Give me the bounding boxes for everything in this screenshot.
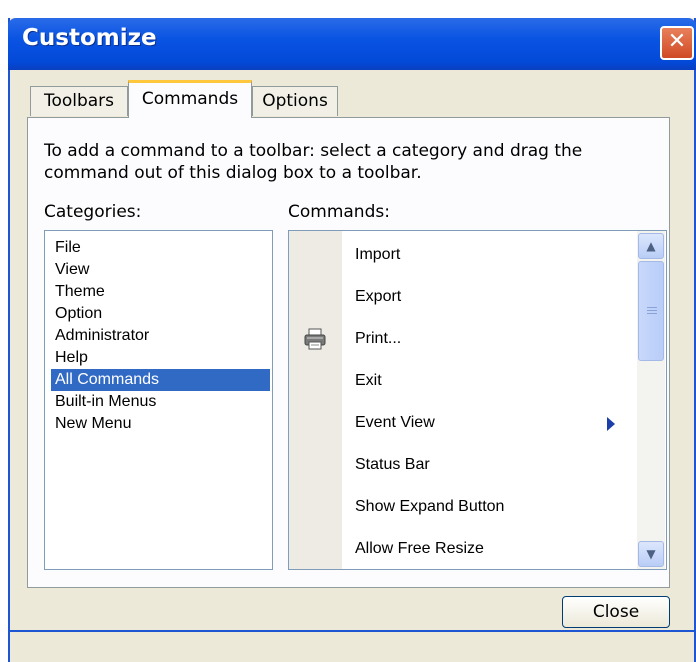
title-bar[interactable]: Customize ✕ (8, 18, 696, 70)
command-icon-strip (289, 231, 342, 569)
tab-options[interactable]: Options (252, 86, 338, 116)
command-item[interactable]: Event View (355, 402, 435, 444)
category-item[interactable]: Administrator (51, 325, 153, 347)
category-item[interactable]: Option (51, 303, 106, 325)
categories-label: Categories: (44, 202, 142, 222)
window-title: Customize (22, 25, 157, 51)
category-item[interactable]: View (51, 259, 93, 281)
command-item[interactable]: Exit (355, 360, 382, 402)
command-item[interactable]: Import (355, 234, 400, 276)
command-item[interactable]: Status Bar (355, 444, 430, 486)
close-window-icon[interactable]: ✕ (660, 26, 694, 60)
category-item-selected[interactable]: All Commands (51, 369, 270, 391)
category-item[interactable]: New Menu (51, 413, 135, 435)
commands-listbox[interactable]: Import Export Print... Exit Event View S… (288, 230, 667, 570)
category-item[interactable]: Theme (51, 281, 109, 303)
command-item[interactable]: Print... (355, 318, 401, 360)
scroll-up-icon[interactable]: ▲ (638, 233, 664, 259)
command-item[interactable]: Export (355, 276, 401, 318)
window-bottom-border (8, 630, 696, 632)
category-item[interactable]: File (51, 237, 85, 259)
tab-commands[interactable]: Commands (128, 80, 252, 118)
category-item[interactable]: Built-in Menus (51, 391, 160, 413)
command-item[interactable]: Allow Free Resize (355, 528, 484, 569)
close-button[interactable]: Close (562, 596, 670, 628)
command-item[interactable]: Show Expand Button (355, 486, 504, 528)
submenu-arrow-icon (607, 417, 615, 431)
printer-icon (304, 328, 326, 350)
categories-listbox[interactable]: File View Theme Option Administrator Hel… (44, 230, 273, 570)
scroll-thumb[interactable] (638, 261, 664, 361)
commands-scrollbar[interactable]: ▲ ▼ (637, 231, 665, 569)
scroll-down-icon[interactable]: ▼ (638, 541, 664, 567)
category-item[interactable]: Help (51, 347, 92, 369)
commands-label: Commands: (288, 202, 390, 222)
instructions-text: To add a command to a toolbar: select a … (44, 141, 583, 183)
tab-toolbars[interactable]: Toolbars (30, 86, 128, 116)
